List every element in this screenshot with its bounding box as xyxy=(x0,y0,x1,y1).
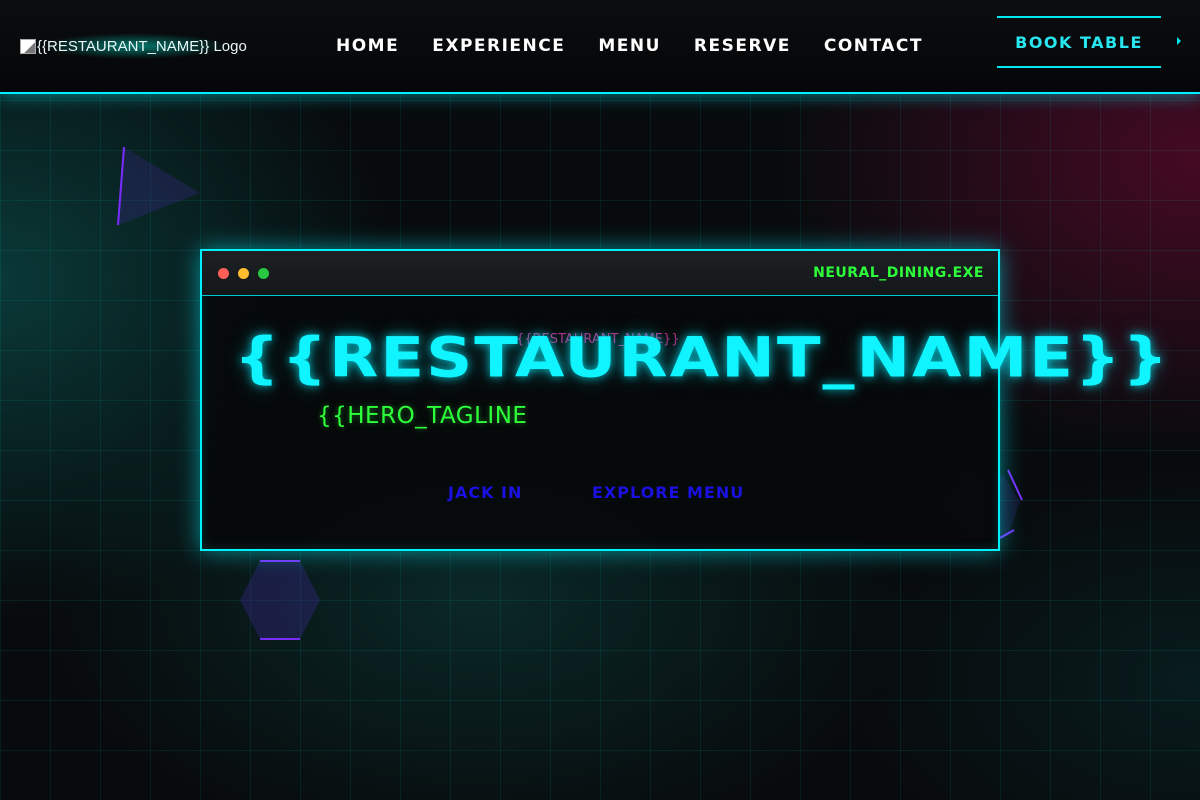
window-maximize-dot-icon[interactable] xyxy=(258,268,269,279)
nav-link-reserve[interactable]: RESERVE xyxy=(694,36,791,56)
nav-link-experience[interactable]: EXPERIENCE xyxy=(432,36,565,56)
broken-image-icon xyxy=(20,38,36,54)
window-close-dot-icon[interactable] xyxy=(218,268,229,279)
hero-tagline: {{HERO_TAGLINE xyxy=(317,403,528,429)
arrow-right-icon xyxy=(1177,37,1181,45)
nav-links: HOME EXPERIENCE MENU RESERVE CONTACT xyxy=(336,36,923,56)
jack-in-button[interactable]: JACK IN xyxy=(448,483,522,502)
decorative-hexagon xyxy=(240,560,320,640)
nav-link-home[interactable]: HOME xyxy=(336,36,399,56)
book-table-button[interactable]: BOOK TABLE xyxy=(997,16,1161,68)
nav-link-contact[interactable]: CONTACT xyxy=(824,36,923,56)
nav-link-menu[interactable]: MENU xyxy=(598,36,661,56)
terminal-title: NEURAL_DINING.EXE xyxy=(813,265,984,281)
terminal-window: NEURAL_DINING.EXE xyxy=(200,249,1000,551)
hero-title: {{RESTAURANT_NAME}} xyxy=(234,326,1171,391)
site-logo[interactable]: {{RESTAURANT_NAME}} Logo xyxy=(20,33,247,59)
decorative-triangle xyxy=(117,146,200,226)
top-navigation: {{RESTAURANT_NAME}} Logo HOME EXPERIENCE… xyxy=(0,0,1200,94)
window-minimize-dot-icon[interactable] xyxy=(238,268,249,279)
logo-alt-text: {{RESTAURANT_NAME}} Logo xyxy=(37,37,247,55)
terminal-title-bar: NEURAL_DINING.EXE xyxy=(202,251,998,296)
explore-menu-button[interactable]: EXPLORE MENU xyxy=(592,483,744,502)
